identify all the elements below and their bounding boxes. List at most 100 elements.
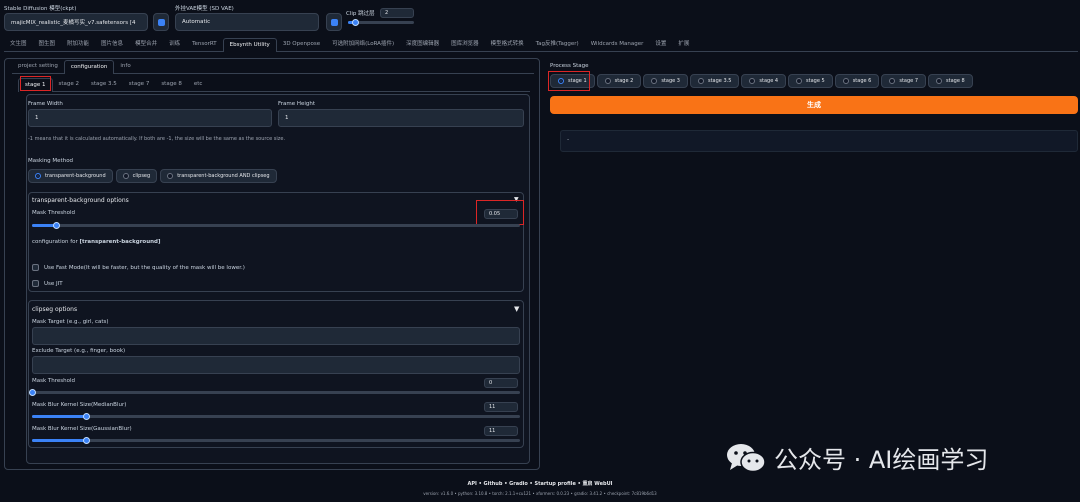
median-blur-input[interactable]: 11 xyxy=(484,402,518,412)
radio-label: stage 8 xyxy=(946,78,965,84)
highlight-box xyxy=(20,76,51,91)
process-stage-stage-6[interactable]: stage 6 xyxy=(834,74,880,88)
main-tab-14[interactable]: Wildcards Manager xyxy=(585,38,650,51)
clip-skip-slider[interactable] xyxy=(348,19,414,26)
stage-tab-etc[interactable]: etc xyxy=(188,78,209,91)
process-stage-stage-4[interactable]: stage 4 xyxy=(741,74,787,88)
checkbox-box[interactable] xyxy=(32,264,39,271)
process-stage-stage-7[interactable]: stage 7 xyxy=(881,74,927,88)
main-tab-4[interactable]: 模型合并 xyxy=(129,38,163,51)
main-tab-1[interactable]: 图生图 xyxy=(33,38,62,51)
refresh-vae-button[interactable] xyxy=(326,13,342,31)
radio-dot[interactable] xyxy=(936,78,943,84)
slider-knob[interactable] xyxy=(82,413,90,420)
main-tab-13[interactable]: Tag反推(Tagger) xyxy=(530,38,585,51)
masking-option-clipseg[interactable]: clipseg xyxy=(115,169,158,183)
median-blur-slider[interactable] xyxy=(32,413,520,420)
sub-tab-configuration[interactable]: configuration xyxy=(63,60,115,74)
slider-knob[interactable] xyxy=(351,19,359,26)
main-tab-5[interactable]: 训练 xyxy=(163,38,186,51)
slider-knob[interactable] xyxy=(29,389,36,396)
stage-tab-stage-8[interactable]: stage 8 xyxy=(155,78,188,91)
radio-dot[interactable] xyxy=(604,78,611,84)
clipseg-threshold-label: Mask Threshold xyxy=(32,378,76,384)
radio-dot[interactable] xyxy=(35,173,41,179)
main-tab-0[interactable]: 文生图 xyxy=(4,38,33,51)
slider-fill xyxy=(32,415,86,418)
frame-width-value: 1 xyxy=(35,115,39,121)
clip-skip-input[interactable]: 2 xyxy=(380,8,414,18)
refresh-checkpoint-button[interactable] xyxy=(153,13,169,31)
tb-config-text: configuration for [transparent-backgroun… xyxy=(32,239,161,245)
clipseg-threshold-value: 0 xyxy=(489,380,493,386)
fast-mode-label: Use Fast Mode(It will be faster, but the… xyxy=(44,264,245,271)
main-tab-16[interactable]: 扩展 xyxy=(672,38,695,51)
masking-option-transparent-background[interactable]: transparent-background xyxy=(28,169,113,183)
process-stage-stage-8[interactable]: stage 8 xyxy=(928,74,973,88)
stage-tab-stage-7[interactable]: stage 7 xyxy=(123,78,156,91)
main-tab-15[interactable]: 设置 xyxy=(649,38,672,51)
slider-fill xyxy=(32,439,86,442)
radio-dot[interactable] xyxy=(889,78,896,84)
frame-width-label: Frame Width xyxy=(28,101,63,107)
fast-mode-checkbox[interactable]: Use Fast Mode(It will be faster, but the… xyxy=(32,264,245,271)
main-tab-bar: 文生图 图生图 附加功能 图片信息 模型合并 训练 TensorRT Ebsynth Util… xyxy=(4,38,1078,52)
process-stage-stage-2[interactable]: stage 2 xyxy=(596,74,642,88)
radio-dot[interactable] xyxy=(749,78,756,84)
slider-knob[interactable] xyxy=(82,437,90,444)
main-tab-7[interactable]: Ebsynth Utility xyxy=(222,38,277,52)
radio-label: stage 3 xyxy=(661,78,680,84)
clip-skip-value: 2 xyxy=(385,10,389,16)
radio-dot[interactable] xyxy=(122,173,129,179)
main-tab-10[interactable]: 深度图编辑器 xyxy=(400,38,445,51)
use-jit-label: Use JIT xyxy=(44,280,63,287)
clipseg-threshold-input[interactable]: 0 xyxy=(484,378,518,388)
output-box: - xyxy=(560,130,1078,152)
checkpoint-select[interactable]: majicMIX_realistic_麦橘写实_v7.safetensors [… xyxy=(4,13,148,31)
main-tab-6[interactable]: TensorRT xyxy=(186,38,223,51)
radio-dot[interactable] xyxy=(697,78,704,84)
main-tab-12[interactable]: 模型格式转换 xyxy=(485,38,530,51)
exclude-target-input[interactable] xyxy=(32,356,520,374)
main-tab-3[interactable]: 图片信息 xyxy=(95,38,129,51)
exclude-target-label: Exclude Target (e.g., finger, book) xyxy=(32,348,126,354)
main-tab-11[interactable]: 图库浏览器 xyxy=(445,38,485,51)
mask-target-input[interactable] xyxy=(32,327,520,345)
stage-tab-stage-3-5[interactable]: stage 3.5 xyxy=(85,78,123,91)
median-blur-value: 11 xyxy=(489,404,496,410)
stage-tab-stage-2[interactable]: stage 2 xyxy=(53,78,86,91)
gaussian-blur-slider[interactable] xyxy=(32,437,520,444)
frame-height-input[interactable]: 1 xyxy=(278,109,524,127)
output-text: - xyxy=(567,136,570,143)
sub-tab-info[interactable]: info xyxy=(114,60,136,73)
frame-width-input[interactable]: 1 xyxy=(28,109,272,127)
radio-label: stage 5 xyxy=(806,78,825,84)
main-tab-8[interactable]: 3D Openpose xyxy=(277,38,326,51)
generate-button[interactable]: 生成 xyxy=(550,96,1078,114)
tb-threshold-slider[interactable] xyxy=(32,222,520,229)
process-stage-stage-5[interactable]: stage 5 xyxy=(788,74,833,88)
process-stage-stage-3-5[interactable]: stage 3.5 xyxy=(689,74,740,88)
radio-dot[interactable] xyxy=(167,173,174,179)
sub-tab-project-setting[interactable]: project setting xyxy=(12,60,64,73)
masking-method-label: Masking Method xyxy=(28,158,74,164)
clipseg-threshold-slider[interactable] xyxy=(29,389,520,396)
footer-links[interactable]: API • Github • Gradio • Startup profile … xyxy=(0,480,1080,487)
collapse-triangle-icon[interactable]: ▼ xyxy=(514,305,519,313)
radio-dot[interactable] xyxy=(651,78,658,84)
radio-dot[interactable] xyxy=(796,78,803,84)
checkbox-box[interactable] xyxy=(32,280,39,287)
process-stage-stage-3[interactable]: stage 3 xyxy=(643,74,688,88)
main-tab-2[interactable]: 附加功能 xyxy=(61,38,95,51)
use-jit-checkbox[interactable]: Use JIT xyxy=(32,280,63,287)
gaussian-blur-input[interactable]: 11 xyxy=(484,426,518,436)
highlight-box xyxy=(548,71,590,91)
main-tab-9[interactable]: 可选附加网络(LoRA插件) xyxy=(326,38,400,51)
mask-target-label: Mask Target (e.g., girl, cats) xyxy=(32,319,109,325)
radio-dot[interactable] xyxy=(842,78,849,84)
refresh-icon xyxy=(330,18,338,26)
vae-value: Automatic xyxy=(182,19,211,25)
masking-option-transparent-background-and-clipseg[interactable]: transparent-background AND clipseg xyxy=(160,169,277,183)
radio-label: stage 2 xyxy=(614,78,634,84)
vae-select[interactable]: Automatic xyxy=(175,13,319,31)
